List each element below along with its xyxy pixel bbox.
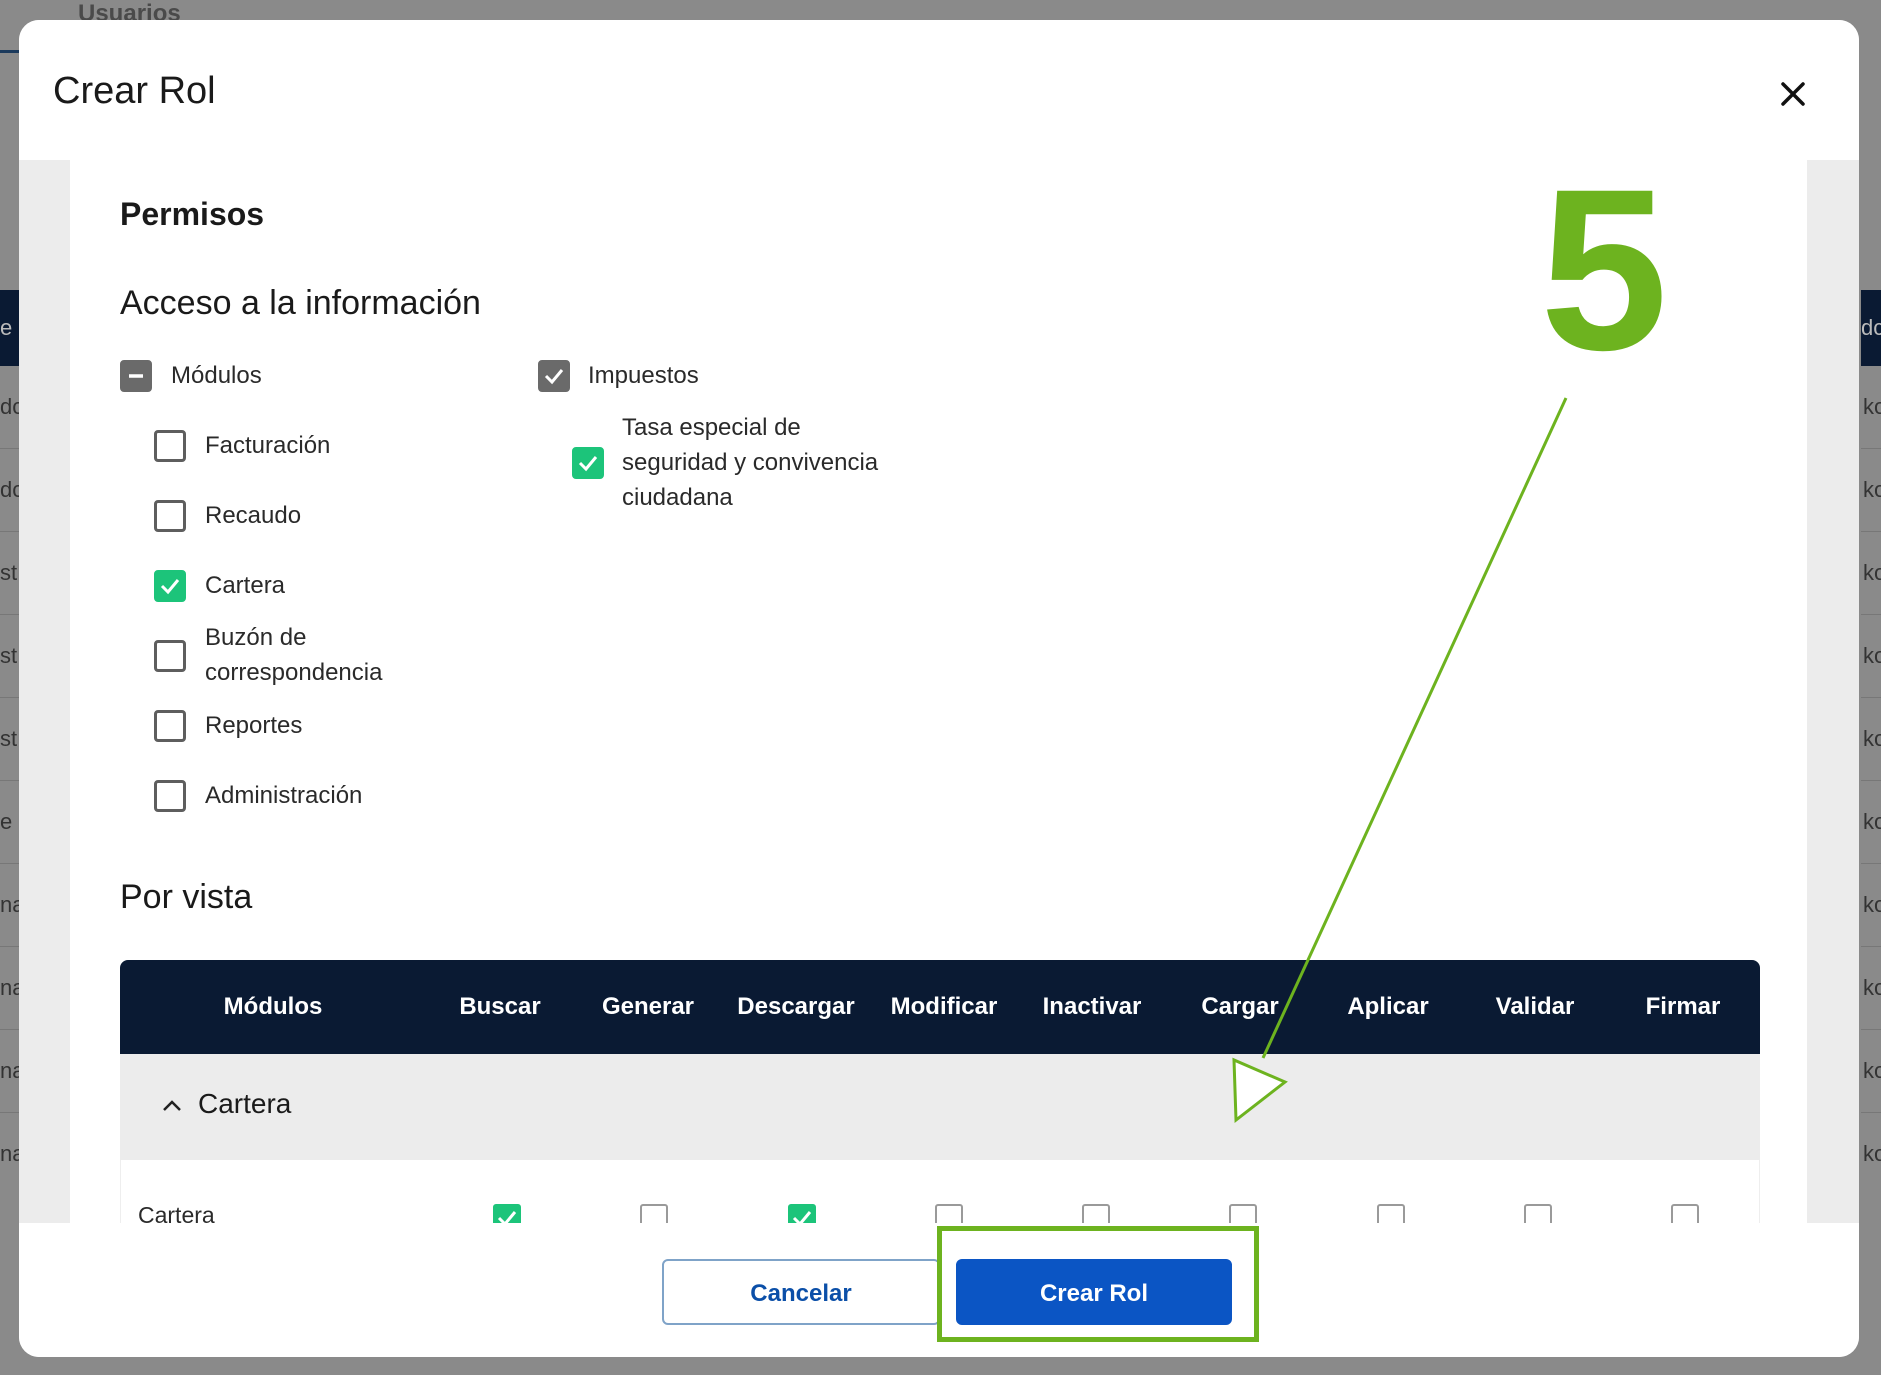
annotation-arrow-icon	[1232, 397, 1568, 1123]
annotation-highlight-box	[937, 1226, 1259, 1342]
